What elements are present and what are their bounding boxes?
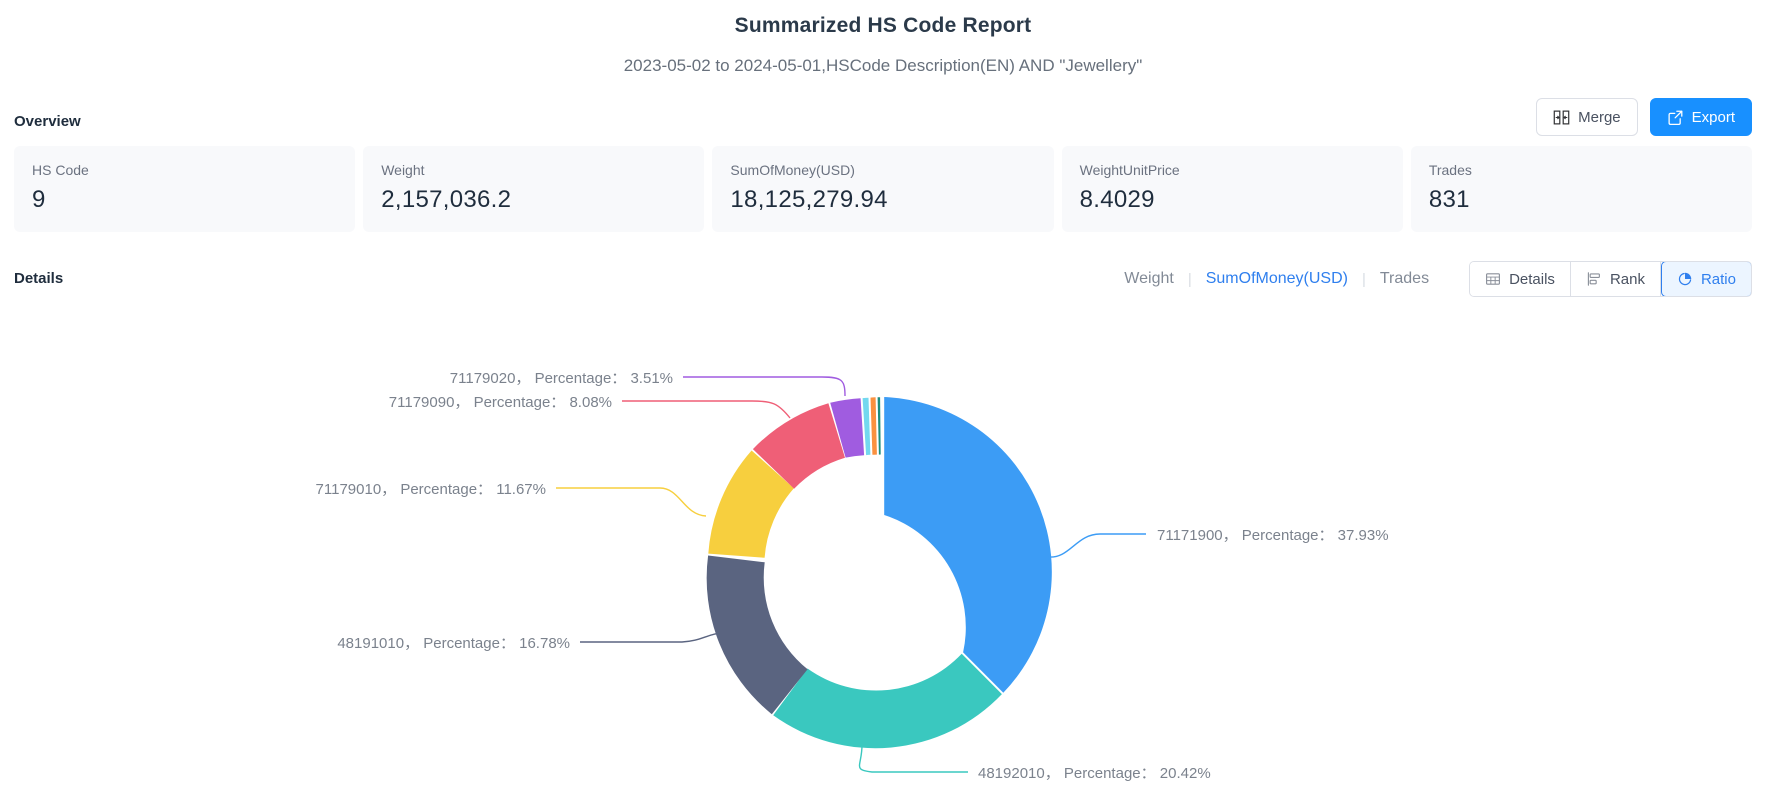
- slice-label-71179010: 71179010， Percentage： 11.67%: [316, 481, 546, 498]
- donut-slice-8[interactable]: [870, 397, 877, 455]
- stat-card-value: 9: [32, 186, 46, 213]
- stat-card-weight: Weight 2,157,036.2: [363, 146, 705, 232]
- stat-card-sum-of-money: SumOfMoney(USD) 18,125,279.94: [712, 146, 1054, 232]
- view-mode-ratio[interactable]: Ratio: [1660, 262, 1752, 296]
- table-icon: [1485, 271, 1502, 288]
- donut-chart-svg: 71171900， Percentage： 37.93% 48192010， P…: [316, 370, 1389, 782]
- donut-slices: [706, 397, 1052, 749]
- slice-label-71179090: 71179090， Percentage： 8.08%: [389, 394, 612, 411]
- metric-link-trades[interactable]: Trades: [1366, 270, 1443, 288]
- view-mode-label: Ratio: [1700, 270, 1736, 288]
- leader-line-71171900: [1047, 533, 1146, 558]
- merge-button[interactable]: Merge: [1536, 98, 1638, 136]
- donut-slice-48192010[interactable]: [773, 653, 1002, 749]
- stat-card-value: 8.4029: [1079, 186, 1155, 213]
- leader-line-48192010: [858, 744, 968, 773]
- view-mode-label: Details: [1509, 270, 1555, 288]
- stat-card-label: SumOfMoney(USD): [730, 162, 855, 178]
- details-controls: Weight | SumOfMoney(USD) | Trades Detail…: [1110, 258, 1752, 300]
- stat-card-label: WeightUnitPrice: [1079, 162, 1180, 178]
- page-title: Summarized HS Code Report: [734, 14, 1032, 37]
- slice-label-71179020: 71179020， Percentage： 3.51%: [450, 370, 673, 387]
- stat-card-label: HS Code: [32, 162, 89, 178]
- page-subtitle: 2023-05-02 to 2024-05-01,HSCode Descript…: [623, 56, 1143, 75]
- pie-icon: [1677, 271, 1694, 288]
- export-button-label: Export: [1691, 108, 1735, 126]
- view-mode-label: Rank: [1609, 270, 1645, 288]
- overview-section-header: Overview Merge Export: [0, 98, 1766, 142]
- stat-card-hs-code: HS Code 9: [14, 146, 356, 232]
- rank-icon: [1586, 271, 1603, 288]
- leader-line-48191010: [580, 631, 728, 643]
- stat-card-label: Trades: [1428, 162, 1472, 178]
- view-mode-rank[interactable]: Rank: [1570, 262, 1661, 296]
- leader-line-71179090: [622, 400, 791, 419]
- view-mode-details[interactable]: Details: [1470, 262, 1571, 296]
- export-icon: [1667, 109, 1684, 126]
- stat-card-trades: Trades 831: [1410, 146, 1753, 232]
- slice-label-71171900: 71171900， Percentage： 37.93%: [1157, 527, 1389, 544]
- merge-icon: [1553, 109, 1570, 126]
- report-page: Summarized HS Code Report 2023-05-02 to …: [0, 0, 1766, 805]
- details-section-header: Details Weight | SumOfMoney(USD) | Trade…: [0, 258, 1766, 300]
- donut-slice-71171900[interactable]: [884, 397, 1052, 693]
- ratio-chart: 71171900， Percentage： 37.93% 48192010， P…: [0, 304, 1766, 805]
- top-actions: Merge Export: [1536, 98, 1752, 136]
- metric-switcher: Weight | SumOfMoney(USD) | Trades: [1110, 270, 1443, 288]
- overview-label: Overview: [14, 113, 81, 130]
- stat-card-weight-unit-price: WeightUnitPrice 8.4029: [1061, 146, 1403, 232]
- overview-cards: HS Code 9 Weight 2,157,036.2 SumOfMoney(…: [0, 146, 1766, 232]
- view-mode-group: Details Rank Ratio: [1469, 261, 1752, 297]
- stat-card-value: 18,125,279.94: [730, 186, 888, 213]
- leader-line-71179010: [556, 487, 707, 517]
- stat-card-value: 2,157,036.2: [381, 186, 512, 213]
- metric-link-sumofmoney[interactable]: SumOfMoney(USD): [1192, 270, 1362, 288]
- slice-label-48192010: 48192010， Percentage： 20.42%: [978, 765, 1211, 782]
- metric-link-weight[interactable]: Weight: [1110, 270, 1188, 288]
- slice-label-48191010: 48191010， Percentage： 16.78%: [337, 635, 570, 652]
- stat-card-value: 831: [1428, 186, 1470, 213]
- stat-card-label: Weight: [381, 162, 425, 178]
- leader-line-71179020: [683, 376, 846, 397]
- merge-button-label: Merge: [1578, 108, 1621, 126]
- donut-slice-7[interactable]: [862, 397, 871, 456]
- export-button[interactable]: Export: [1649, 98, 1752, 136]
- donut-slice-9[interactable]: [877, 397, 881, 455]
